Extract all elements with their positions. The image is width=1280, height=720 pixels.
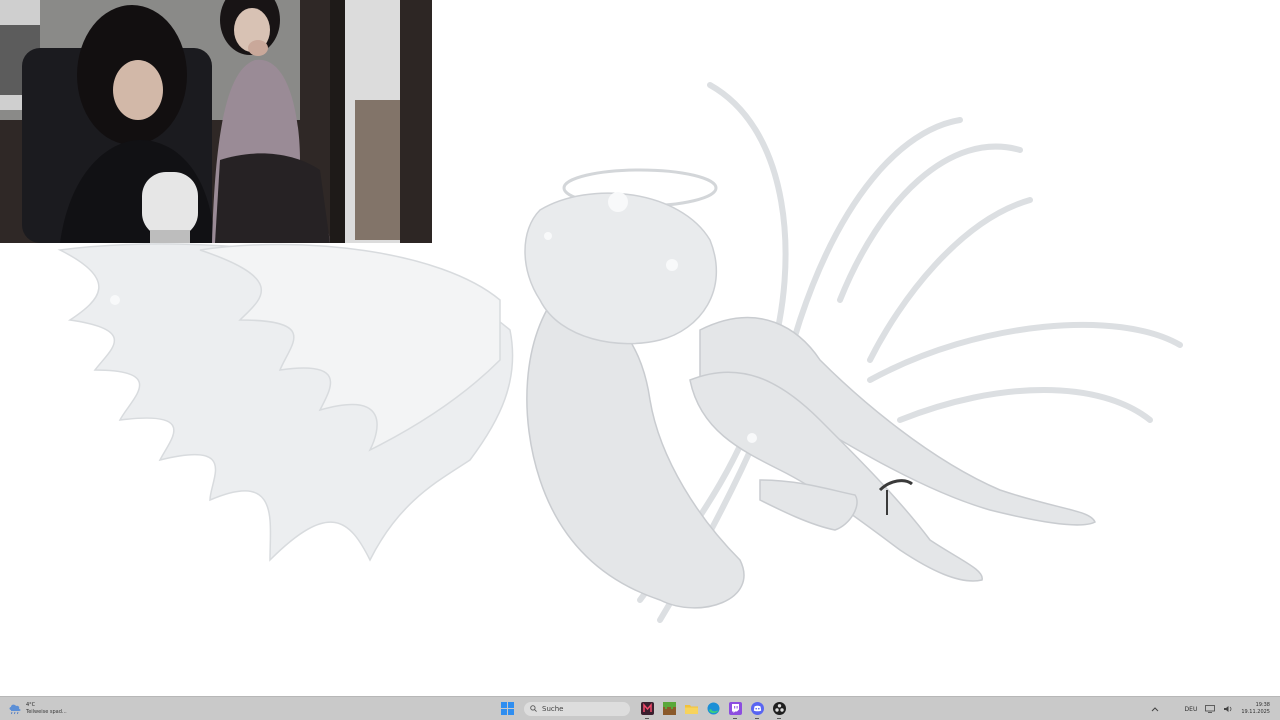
weather-widget[interactable]: 4°C Teilweise spad... <box>8 699 67 719</box>
network-icon[interactable] <box>1205 705 1216 713</box>
windows-icon <box>500 702 514 715</box>
app-edge[interactable] <box>704 700 722 718</box>
folder-icon <box>684 705 698 714</box>
language-indicator[interactable]: DEU <box>1185 706 1198 713</box>
app-twitch[interactable] <box>726 700 744 719</box>
clock-date: 19.11.2025 <box>1241 709 1270 715</box>
app-discord[interactable] <box>748 700 766 719</box>
taskbar: 4°C Teilweise spad... Suche DEU 19:38 19… <box>0 696 1280 720</box>
app-obs[interactable] <box>770 700 788 719</box>
desktop[interactable] <box>0 0 1280 696</box>
app-minecraft[interactable] <box>660 700 678 718</box>
grass-block-icon <box>662 702 676 715</box>
weather-temperature: 4°C <box>26 702 36 708</box>
twitch-icon <box>728 702 742 715</box>
clock[interactable]: 19:38 19.11.2025 <box>1241 702 1270 716</box>
start-button[interactable] <box>498 700 516 718</box>
chevron-up-icon[interactable] <box>1151 706 1159 712</box>
app-explorer[interactable] <box>682 700 700 718</box>
weather-description: Teilweise spad... <box>26 709 67 715</box>
search-icon <box>530 705 537 712</box>
search-placeholder: Suche <box>542 704 564 713</box>
webcam-overlay <box>0 0 432 243</box>
cloud-rain-icon <box>9 704 21 715</box>
wallpaper-app-icon <box>640 702 654 715</box>
obs-icon <box>772 702 786 715</box>
discord-icon <box>750 702 764 715</box>
edge-icon <box>707 702 719 715</box>
clock-time: 19:38 <box>1255 702 1270 708</box>
app-wallpaper[interactable] <box>638 700 656 719</box>
search-box[interactable]: Suche <box>524 701 630 716</box>
volume-icon[interactable] <box>1223 705 1233 713</box>
